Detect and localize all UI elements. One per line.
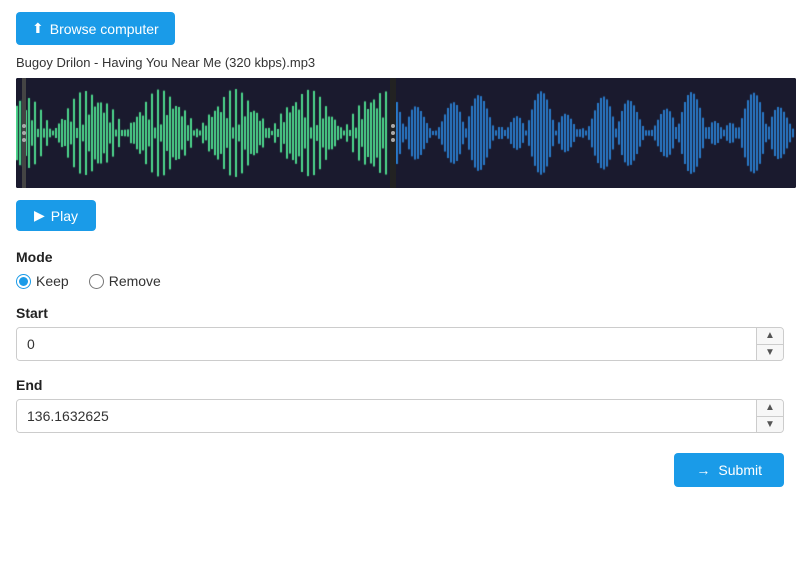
start-decrement-button[interactable]: ▼: [757, 345, 783, 361]
start-label: Start: [16, 305, 784, 321]
end-decrement-button[interactable]: ▼: [757, 417, 783, 433]
start-increment-button[interactable]: ▲: [757, 328, 783, 345]
file-name: Bugoy Drilon - Having You Near Me (320 k…: [16, 55, 784, 70]
upload-icon: ⬆: [32, 20, 44, 37]
browse-computer-button[interactable]: ⬆ Browse computer: [16, 12, 175, 45]
end-section: End ▲ ▼: [16, 377, 784, 433]
start-spinner-buttons: ▲ ▼: [756, 328, 783, 360]
left-handle[interactable]: [22, 78, 26, 188]
handle-dot: [22, 124, 26, 128]
divider-dot: [391, 124, 395, 128]
play-button[interactable]: ▶ Play: [16, 200, 96, 231]
start-input[interactable]: [17, 328, 756, 360]
mode-keep-option[interactable]: Keep: [16, 273, 69, 289]
mode-keep-label: Keep: [36, 273, 69, 289]
submit-label: Submit: [718, 462, 762, 478]
submit-row: → Submit: [16, 453, 784, 487]
divider-dot: [391, 138, 395, 142]
end-input[interactable]: [17, 400, 756, 432]
start-section: Start ▲ ▼: [16, 305, 784, 361]
waveform-right-section: [396, 78, 796, 188]
mode-section: Mode Keep Remove: [16, 249, 784, 289]
play-icon: ▶: [34, 207, 45, 224]
browse-label: Browse computer: [50, 21, 159, 37]
submit-button[interactable]: → Submit: [674, 453, 784, 487]
end-input-wrap: ▲ ▼: [16, 399, 784, 433]
play-label: Play: [51, 208, 78, 224]
start-input-wrap: ▲ ▼: [16, 327, 784, 361]
submit-arrow-icon: →: [696, 462, 710, 478]
waveform-left-canvas: [16, 78, 390, 188]
mode-remove-label: Remove: [109, 273, 161, 289]
mode-radio-group: Keep Remove: [16, 273, 784, 289]
handle-dot: [22, 138, 26, 142]
end-spinner-buttons: ▲ ▼: [756, 400, 783, 432]
handle-dot: [22, 131, 26, 135]
waveform-container: [16, 78, 796, 188]
mode-keep-radio[interactable]: [16, 274, 31, 289]
waveform-right-canvas: [396, 78, 796, 188]
waveform-left-section: [16, 78, 390, 188]
mode-remove-option[interactable]: Remove: [89, 273, 161, 289]
waveform-divider[interactable]: [390, 78, 396, 188]
mode-label: Mode: [16, 249, 784, 265]
end-label: End: [16, 377, 784, 393]
mode-remove-radio[interactable]: [89, 274, 104, 289]
end-increment-button[interactable]: ▲: [757, 400, 783, 417]
divider-dot: [391, 131, 395, 135]
